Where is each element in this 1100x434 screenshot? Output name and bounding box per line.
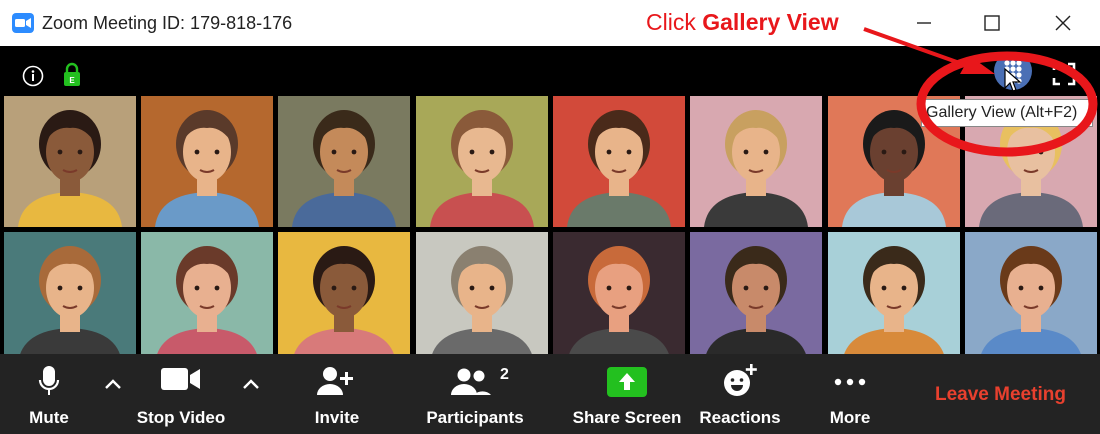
participant-video-tile[interactable] — [965, 232, 1097, 363]
add-user-icon — [317, 367, 353, 395]
share-screen-label: Share Screen — [572, 408, 682, 427]
invite-button[interactable]: Invite — [300, 354, 374, 434]
participant-video-tile[interactable] — [553, 96, 685, 227]
participant-avatar — [828, 232, 960, 363]
more-button[interactable]: More — [820, 354, 880, 434]
participant-avatar — [690, 96, 822, 227]
fullscreen-icon[interactable] — [1052, 62, 1076, 86]
participant-video-tile[interactable] — [141, 232, 273, 363]
invite-label: Invite — [314, 408, 360, 427]
leave-meeting-button[interactable]: Leave Meeting — [935, 384, 1066, 406]
participant-avatar — [416, 232, 548, 363]
share-screen-button[interactable]: Share Screen — [572, 354, 682, 434]
participant-avatar — [141, 96, 273, 227]
meeting-top-strip: E — [0, 46, 1100, 94]
participants-label: Participants — [426, 408, 524, 427]
svg-text:E: E — [69, 76, 75, 85]
participant-video-tile[interactable] — [4, 232, 136, 363]
participant-avatar — [4, 232, 136, 363]
participants-icon — [450, 368, 491, 395]
participants-button[interactable]: 2 Participants — [422, 354, 528, 434]
participant-video-tile[interactable] — [416, 232, 548, 363]
video-options-chevron-up-icon[interactable] — [240, 376, 262, 392]
gallery-view-tooltip: Gallery View (Alt+F2) — [921, 99, 1093, 127]
close-button[interactable] — [1043, 8, 1083, 38]
mute-button[interactable]: Mute — [16, 354, 82, 434]
microphone-icon — [38, 366, 60, 395]
participant-video-tile[interactable] — [141, 96, 273, 227]
participant-video-tile[interactable] — [690, 232, 822, 363]
stop-video-button[interactable]: Stop Video — [130, 354, 232, 434]
participant-avatar — [278, 96, 410, 227]
more-dots-icon — [834, 378, 866, 386]
participant-video-tile[interactable] — [553, 232, 685, 363]
annotation-callout: Click Gallery View — [646, 9, 839, 36]
emoji-add-icon — [724, 364, 757, 396]
participant-video-tile[interactable] — [4, 96, 136, 227]
participant-avatar — [4, 96, 136, 227]
more-label: More — [829, 408, 871, 427]
mute-label: Mute — [29, 408, 69, 427]
participant-avatar — [553, 232, 685, 363]
participant-avatar — [416, 96, 548, 227]
stop-video-label: Stop Video — [136, 408, 226, 427]
participant-video-tile[interactable] — [278, 232, 410, 363]
participant-avatar — [690, 232, 822, 363]
video-area: E Gallery View (Alt+F2) — [0, 27, 1100, 363]
participant-avatar — [553, 96, 685, 227]
participant-video-tile[interactable] — [416, 96, 548, 227]
mouse-cursor-icon — [1004, 68, 1022, 92]
zoom-app-icon — [12, 13, 34, 33]
window-title: Zoom Meeting ID: 179-818-176 — [42, 13, 293, 33]
annotation-prefix: Click — [646, 9, 703, 35]
reactions-label: Reactions — [699, 408, 781, 427]
annotation-emphasis: Gallery View — [702, 9, 839, 35]
participant-avatar — [141, 232, 273, 363]
meeting-controls: Mute Stop Video Invite 2 Participants Sh… — [0, 354, 1100, 434]
participant-video-tile[interactable] — [278, 96, 410, 227]
participant-video-tile[interactable] — [828, 232, 960, 363]
share-screen-icon — [607, 367, 647, 397]
participants-count: 2 — [500, 366, 509, 383]
video-camera-icon — [161, 368, 200, 390]
maximize-button[interactable] — [972, 8, 1012, 38]
participant-video-tile[interactable] — [690, 96, 822, 227]
info-icon[interactable] — [22, 65, 44, 87]
title-bar: Zoom Meeting ID: 179-818-176 Click Galle… — [0, 0, 1100, 46]
participant-avatar — [965, 232, 1097, 363]
minimize-button[interactable] — [904, 8, 944, 38]
encryption-lock-icon[interactable]: E — [62, 62, 82, 88]
participant-avatar — [278, 232, 410, 363]
audio-options-chevron-up-icon[interactable] — [102, 376, 124, 392]
reactions-button[interactable]: Reactions — [696, 354, 784, 434]
